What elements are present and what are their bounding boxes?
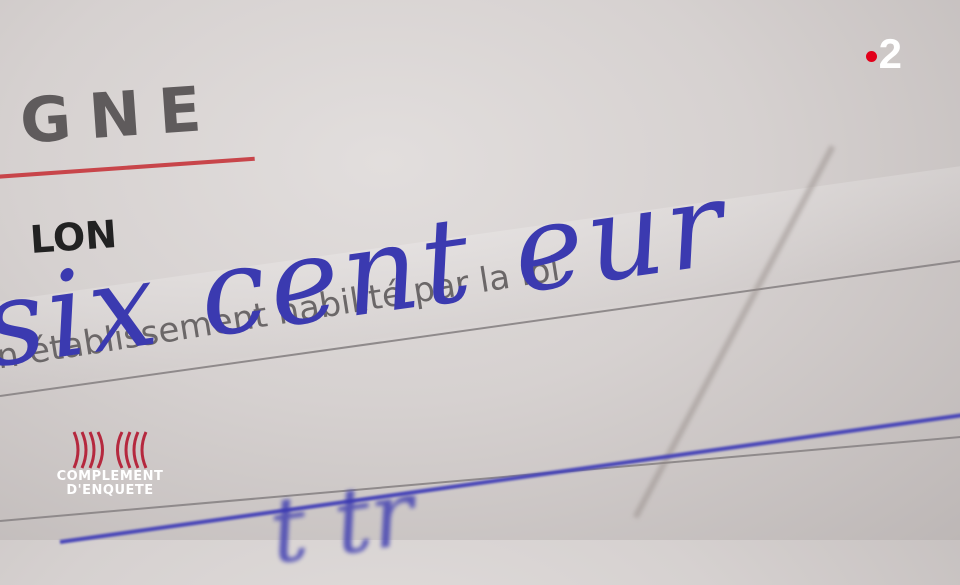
header-word: GNE	[17, 71, 222, 158]
waves-icon	[72, 431, 148, 469]
show-logo-line2: D'ENQUETE	[66, 483, 154, 498]
channel-number: 2	[878, 30, 902, 77]
show-logo: COMPLEMENT D'ENQUETE	[50, 430, 170, 498]
handwritten-amount: six cent eur	[0, 153, 736, 395]
handwritten-line-2: t tr	[263, 460, 421, 585]
red-dot-icon	[865, 51, 877, 63]
ink-line	[59, 407, 960, 544]
red-rule	[0, 156, 255, 180]
france2-logo: 2	[865, 30, 902, 78]
show-logo-line1: COMPLEMENT	[56, 469, 164, 484]
